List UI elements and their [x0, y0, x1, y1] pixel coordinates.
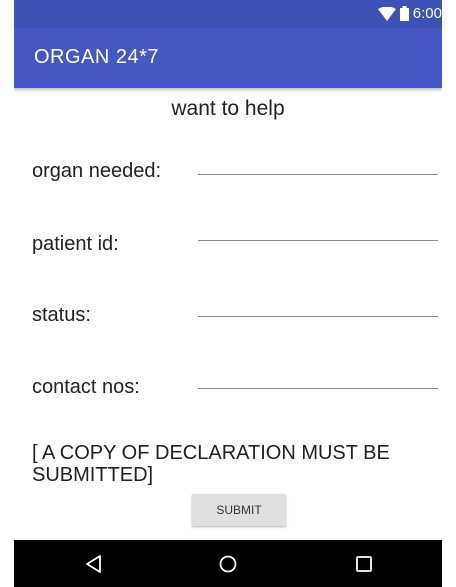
help-form: want to help organ needed: patient id: s…	[14, 88, 442, 540]
status-input[interactable]	[198, 316, 438, 317]
back-icon[interactable]	[82, 552, 106, 576]
home-icon[interactable]	[216, 552, 240, 576]
contact-nos-input[interactable]	[198, 388, 438, 389]
phone-screen: 6:00 ORGAN 24*7 want to help organ neede…	[14, 0, 442, 587]
patient-id-label: patient id:	[32, 233, 119, 255]
navigation-bar	[14, 540, 442, 587]
app-title: ORGAN 24*7	[34, 46, 160, 68]
declaration-note: [ A COPY OF DECLARATION MUST BE SUBMITTE…	[32, 442, 390, 486]
status-bar: 6:00	[14, 0, 442, 28]
form-heading: want to help	[171, 97, 285, 120]
contact-nos-label: contact nos:	[32, 376, 140, 398]
status-icons: 6:00	[377, 5, 442, 22]
status-label: status:	[32, 304, 91, 326]
status-time: 6:00	[412, 5, 442, 22]
organ-needed-input[interactable]	[198, 174, 438, 175]
recents-icon[interactable]	[352, 552, 376, 576]
submit-button[interactable]: SUBMIT	[192, 494, 286, 526]
battery-icon	[399, 6, 409, 21]
patient-id-input[interactable]	[198, 240, 438, 241]
wifi-icon	[377, 6, 396, 21]
organ-needed-label: organ needed:	[32, 160, 162, 182]
app-bar: ORGAN 24*7	[14, 28, 442, 88]
